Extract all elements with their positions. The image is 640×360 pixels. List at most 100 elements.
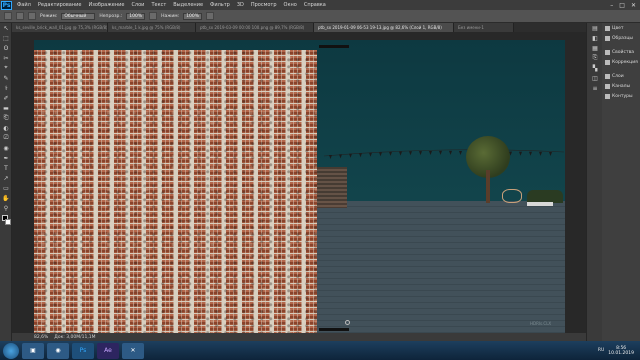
channels-icon xyxy=(605,83,610,89)
tab-document-active[interactable]: ptb_sx 2019-01-09 06-53 19-13.jpg @ 82,6… xyxy=(314,23,454,32)
brush-panel-icon[interactable] xyxy=(28,12,36,20)
main-menu: Файл Редактирование Изображение Слои Тек… xyxy=(17,2,326,8)
brush-tool-icon[interactable]: ⚕ xyxy=(0,83,12,93)
menu-bar: Ps Файл Редактирование Изображение Слои … xyxy=(0,0,640,10)
paragraph-panel-icon[interactable]: ◫ xyxy=(587,73,603,83)
opacity-field[interactable]: 100% xyxy=(126,12,146,20)
panel-channels[interactable]: Каналы xyxy=(602,81,640,91)
history-panel-icon[interactable]: ▤ xyxy=(587,23,603,33)
gradient-tool-icon[interactable]: ◐ xyxy=(0,123,12,133)
panel-swatches-label: Образцы xyxy=(612,35,633,41)
taskbar-after-effects[interactable]: Ae xyxy=(97,342,119,359)
menu-layers[interactable]: Слои xyxy=(131,2,144,8)
menu-window[interactable]: Окно xyxy=(284,2,297,8)
system-tray: RU 8:56 10.01.2019 xyxy=(598,346,634,356)
menu-help[interactable]: Справка xyxy=(304,2,326,8)
tab-document-2[interactable]: ks_marble_1 k.jpg @ 75% (RGB/8) xyxy=(108,23,196,32)
taskbar-3dsmax[interactable]: ✕ xyxy=(122,342,144,359)
pressure-opacity-icon[interactable] xyxy=(149,12,158,20)
close-icon[interactable]: ✕ xyxy=(631,2,636,9)
canvas-image[interactable]: HDRIs.CLX xyxy=(34,40,565,333)
history-brush-tool-icon[interactable]: ▬ xyxy=(0,103,12,113)
menu-filter[interactable]: Фильтр xyxy=(210,2,230,8)
brushes-panel-icon[interactable]: ▦ xyxy=(587,43,603,53)
panel-properties[interactable]: Свойства xyxy=(602,47,640,57)
menu-edit[interactable]: Редактирование xyxy=(38,2,82,8)
hand-tool-icon[interactable]: ✋ xyxy=(0,193,12,203)
blur-tool-icon[interactable]: ⎚ xyxy=(0,133,12,143)
type-tool-icon[interactable]: T xyxy=(0,163,12,173)
zoom-tool-icon[interactable]: ⚲ xyxy=(0,203,12,213)
transform-anchor-icon[interactable] xyxy=(345,320,350,325)
lasso-tool-icon[interactable]: ʘ xyxy=(0,43,12,53)
window-controls: – □ ✕ xyxy=(610,2,636,9)
panel-icon-strip: ▤ ◧ ▦ ⎘ ▚ ◫ ≡ xyxy=(586,23,602,341)
panel-layers[interactable]: Слои xyxy=(602,71,640,81)
menu-type[interactable]: Текст xyxy=(151,2,166,8)
color-swatches[interactable] xyxy=(2,215,11,225)
marquee-tool-icon[interactable]: ⬚ xyxy=(0,33,12,43)
language-indicator[interactable]: RU xyxy=(598,348,604,353)
scene-tree-trunk xyxy=(486,170,490,203)
tab-document-5[interactable]: Без имени-1 xyxy=(454,23,514,32)
pen-tool-icon[interactable]: ✒ xyxy=(0,153,12,163)
character-panel-icon[interactable]: ▚ xyxy=(587,63,603,73)
taskbar-photoshop[interactable]: Ps xyxy=(72,342,94,359)
document-size[interactable]: Док: 3,00М/11,1М xyxy=(54,335,95,340)
menu-view[interactable]: Просмотр xyxy=(251,2,277,8)
menu-file[interactable]: Файл xyxy=(17,2,31,8)
adjustments-icon xyxy=(605,59,610,65)
menu-select[interactable]: Выделение xyxy=(173,2,203,8)
pressure-field[interactable]: 100% xyxy=(183,12,203,20)
panel-color[interactable]: Цвет xyxy=(602,23,640,33)
bunting-garland xyxy=(324,149,564,159)
menu-3d[interactable]: 3D xyxy=(237,2,244,8)
mode-select[interactable]: Обычный xyxy=(61,12,96,20)
panel-swatches[interactable]: Образцы xyxy=(602,33,640,43)
clock[interactable]: 8:56 10.01.2019 xyxy=(608,346,634,356)
tab-document-1[interactable]: ks_seville_brick_wall_01.jpg @ 75,3% (RG… xyxy=(12,23,108,32)
clock-date: 10.01.2019 xyxy=(608,350,634,356)
panel-paths[interactable]: Контуры xyxy=(602,91,640,101)
panel-adjustments[interactable]: Коррекция xyxy=(602,57,640,67)
move-tool-icon[interactable]: ↖ xyxy=(0,23,12,33)
background-color-swatch[interactable] xyxy=(5,219,11,225)
mode-label: Режим: xyxy=(40,13,58,19)
eraser-tool-icon[interactable]: ⎗ xyxy=(0,113,12,123)
dodge-tool-icon[interactable]: ◉ xyxy=(0,143,12,153)
document-workspace[interactable]: HDRIs.CLX xyxy=(12,32,586,333)
panel-color-label: Цвет xyxy=(612,25,624,31)
clone-source-panel-icon[interactable]: ⎘ xyxy=(587,53,603,63)
transform-edge-top xyxy=(319,45,349,48)
maximize-icon[interactable]: □ xyxy=(619,2,625,9)
eyedropper-tool-icon[interactable]: ⌖ xyxy=(0,63,12,73)
start-button[interactable] xyxy=(3,342,19,359)
scene-table xyxy=(502,189,522,203)
airbrush-icon[interactable] xyxy=(206,12,215,20)
healing-brush-tool-icon[interactable]: ✎ xyxy=(0,73,12,83)
taskbar-chrome[interactable]: ◉ xyxy=(47,342,69,359)
panel-layers-label: Слои xyxy=(612,73,624,79)
panel-paths-label: Контуры xyxy=(612,93,633,99)
opacity-label: Непрозр.: xyxy=(99,13,123,19)
status-bar: 82,6% Док: 3,00М/11,1М xyxy=(12,333,586,341)
pressure-label: Нажим: xyxy=(161,13,180,19)
panels-dock: Цвет Образцы Свойства Коррекция Слои Кан… xyxy=(602,23,640,341)
menu-image[interactable]: Изображение xyxy=(88,2,124,8)
taskbar-explorer[interactable]: ▣ xyxy=(22,342,44,359)
canvas-watermark: HDRIs.CLX xyxy=(530,321,552,326)
actions-panel-icon[interactable]: ◧ xyxy=(587,33,603,43)
shape-tool-icon[interactable]: ▭ xyxy=(0,183,12,193)
zoom-level[interactable]: 82,6% xyxy=(34,335,48,340)
info-panel-icon[interactable]: ≡ xyxy=(587,83,603,93)
properties-icon xyxy=(605,49,610,55)
tool-preset-icon[interactable] xyxy=(4,12,12,20)
tools-panel: ↖ ⬚ ʘ ✂ ⌖ ✎ ⚕ ✐ ▬ ⎗ ◐ ⎚ ◉ ✒ T ↗ ▭ ✋ ⚲ xyxy=(0,23,12,341)
tab-document-3[interactable]: ptb_sx 2019-03-09 00:00 100.png @ 89,7% … xyxy=(196,23,314,32)
minimize-icon[interactable]: – xyxy=(610,2,613,9)
brush-preset-icon[interactable] xyxy=(16,12,24,20)
crop-tool-icon[interactable]: ✂ xyxy=(0,53,12,63)
options-bar: Режим: Обычный Непрозр.: 100% Нажим: 100… xyxy=(0,10,640,23)
clone-stamp-tool-icon[interactable]: ✐ xyxy=(0,93,12,103)
path-selection-tool-icon[interactable]: ↗ xyxy=(0,173,12,183)
